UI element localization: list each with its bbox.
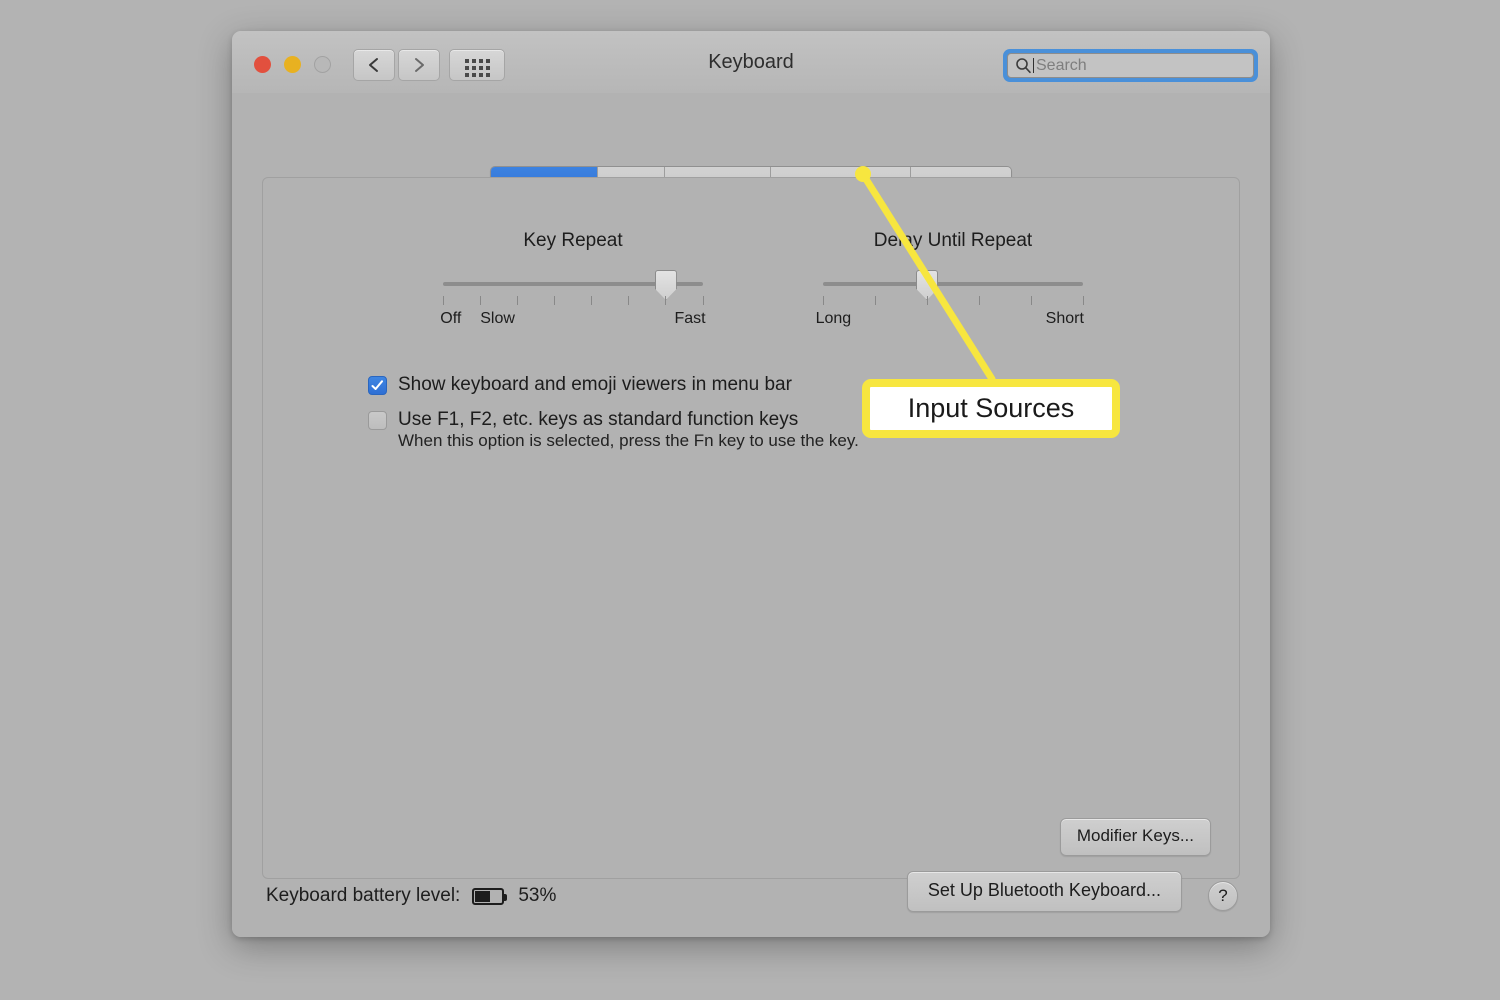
- key-repeat-slider-group: Key Repeat Off Slow Fast: [440, 230, 706, 332]
- delay-until-repeat-track: [823, 282, 1083, 286]
- battery-label: Keyboard battery level:: [266, 885, 461, 906]
- delay-min-label: Long: [815, 310, 852, 327]
- search-field[interactable]: Search: [1003, 49, 1258, 82]
- slider-tick: [978, 296, 980, 305]
- delay-until-repeat-labels: Long Short: [816, 310, 1084, 332]
- keyboard-options: Show keyboard and emoji viewers in menu …: [368, 373, 859, 451]
- function-keys-label: Use F1, F2, etc. keys as standard functi…: [398, 409, 799, 430]
- slider-tick: [1030, 296, 1032, 305]
- key-repeat-ticks: [442, 296, 704, 308]
- key-repeat-min-label: Off: [440, 310, 462, 327]
- search-placeholder: Search: [1036, 56, 1087, 74]
- key-repeat-labels: Off Slow Fast: [440, 310, 706, 332]
- battery-icon: [472, 887, 508, 905]
- battery-fill-level: [475, 890, 491, 902]
- input-sources-callout: Input Sources: [862, 379, 1120, 438]
- key-repeat-second-label: Slow: [480, 310, 515, 327]
- slider-tick: [553, 296, 555, 305]
- slider-tick: [926, 296, 928, 305]
- checkbox-row-function-keys[interactable]: Use F1, F2, etc. keys as standard functi…: [368, 408, 859, 432]
- show-viewers-checkbox[interactable]: [368, 376, 387, 395]
- checkmark-icon: [371, 380, 383, 390]
- slider-tick: [442, 296, 444, 305]
- keyboard-battery-status: Keyboard battery level: 53%: [266, 885, 556, 907]
- preferences-content: Keyboard Text Shortcuts Input Sources Di…: [232, 93, 1270, 937]
- window-titlebar: Keyboard Search: [232, 31, 1270, 94]
- slider-tick: [702, 296, 704, 305]
- slider-tick: [1082, 296, 1084, 305]
- slider-tick: [874, 296, 876, 305]
- delay-until-repeat-slider-group: Delay Until Repeat Long Short: [816, 230, 1084, 332]
- show-viewers-label: Show keyboard and emoji viewers in menu …: [398, 374, 792, 395]
- delay-until-repeat-ticks: [822, 296, 1084, 308]
- help-button[interactable]: ?: [1208, 881, 1238, 911]
- slider-tick: [479, 296, 481, 305]
- slider-tick: [665, 296, 667, 305]
- battery-percent: 53%: [518, 885, 557, 906]
- system-preferences-window: Keyboard Search Keyboard Text Shortcuts …: [232, 31, 1270, 937]
- key-repeat-title: Key Repeat: [523, 230, 623, 251]
- battery-terminal: [504, 893, 508, 901]
- delay-until-repeat-title: Delay Until Repeat: [873, 230, 1033, 251]
- slider-tick: [628, 296, 630, 305]
- slider-tick: [516, 296, 518, 305]
- checkbox-row-show-viewers[interactable]: Show keyboard and emoji viewers in menu …: [368, 373, 859, 397]
- callout-label: Input Sources: [907, 393, 1075, 423]
- slider-tick: [822, 296, 824, 305]
- slider-tick: [591, 296, 593, 305]
- text-cursor: [1033, 58, 1034, 73]
- search-field-inner[interactable]: Search: [1007, 53, 1254, 78]
- search-icon: [1016, 58, 1031, 74]
- set-up-bluetooth-keyboard-button[interactable]: Set Up Bluetooth Keyboard...: [906, 871, 1182, 912]
- keyboard-settings-panel: Key Repeat Off Slow Fast Delay Until Rep…: [262, 177, 1240, 879]
- key-repeat-slider[interactable]: [443, 270, 703, 300]
- key-repeat-max-label: Fast: [674, 310, 706, 327]
- function-keys-help-text: When this option is selected, press the …: [398, 431, 859, 450]
- function-keys-checkbox[interactable]: [368, 411, 387, 430]
- delay-max-label: Short: [1045, 310, 1084, 327]
- modifier-keys-button[interactable]: Modifier Keys...: [1059, 818, 1211, 856]
- delay-until-repeat-slider[interactable]: [823, 270, 1083, 300]
